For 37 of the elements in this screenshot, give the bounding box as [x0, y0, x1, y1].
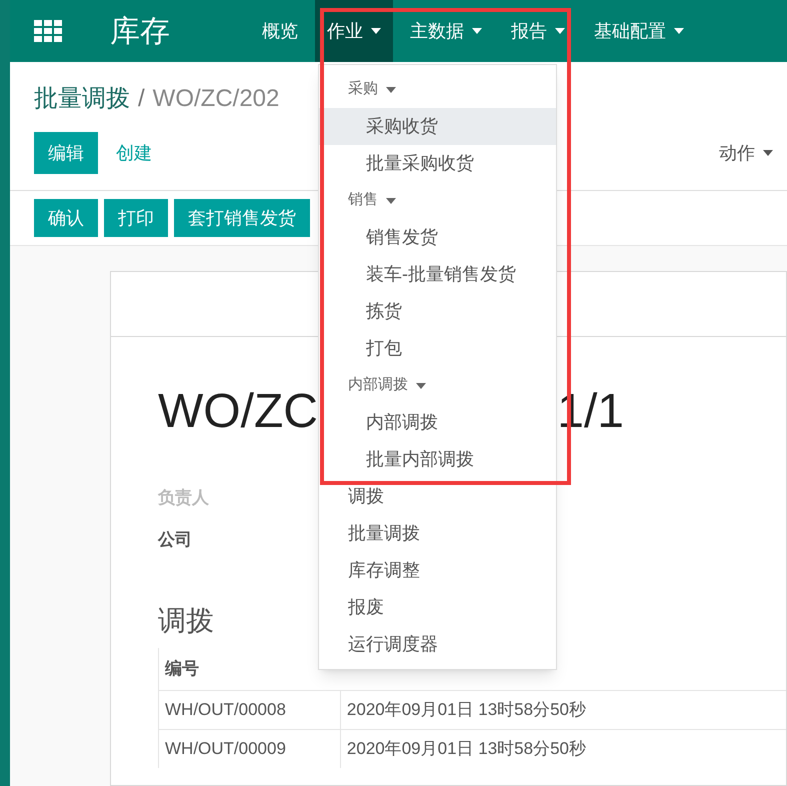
caret-icon: [416, 382, 426, 388]
caret-icon: [386, 86, 396, 92]
menu-section-header[interactable]: 销售: [319, 182, 556, 219]
menu-item[interactable]: 批量调拨: [319, 515, 556, 552]
breadcrumb-link[interactable]: 批量调拨: [34, 81, 130, 117]
breadcrumb-current: WO/ZC/202: [152, 84, 280, 114]
nav-menu-item[interactable]: 基础配置: [582, 0, 696, 62]
menu-item[interactable]: 打包: [319, 330, 556, 367]
nav-menu-item[interactable]: 报告: [499, 0, 577, 62]
nav-menu-item[interactable]: 概览: [250, 0, 310, 62]
table-cell: WH/OUT/00009: [158, 729, 340, 768]
section-heading: 调拨: [158, 604, 214, 638]
menu-item[interactable]: 批量内部调拨: [319, 441, 556, 478]
table-cell: 2020年09月01日 13时58分50秒: [340, 729, 786, 768]
caret-icon: [763, 150, 773, 156]
nav-menu-item[interactable]: 主数据: [398, 0, 494, 62]
menu-item[interactable]: 库存调整: [319, 552, 556, 589]
nav-menu-item[interactable]: 作业: [315, 0, 393, 62]
table-cell: WH/OUT/00008: [158, 690, 340, 729]
app-title: 库存: [110, 14, 171, 50]
field-label: 负责人: [158, 487, 209, 509]
menu-section-header[interactable]: 采购: [319, 71, 556, 108]
menu-item[interactable]: 报废: [319, 589, 556, 626]
apps-grid-icon[interactable]: [34, 20, 62, 42]
breadcrumb-separator: /: [138, 84, 145, 114]
menu-item[interactable]: 批量采购收货: [319, 145, 556, 182]
field-label: 公司: [158, 528, 192, 550]
menu-item[interactable]: 销售发货: [319, 219, 556, 256]
menu-item[interactable]: 内部调拨: [319, 404, 556, 441]
menu-section-header[interactable]: 内部调拨: [319, 367, 556, 404]
menu-item[interactable]: 采购收货: [319, 108, 556, 145]
caret-icon: [386, 198, 396, 204]
record-title: WO/ZC: [158, 384, 318, 440]
actions-dropdown[interactable]: 动作: [719, 140, 773, 166]
menu-item[interactable]: 装车-批量销售发货: [319, 256, 556, 293]
menu-item[interactable]: 拣货: [319, 293, 556, 330]
table-cell: 2020年09月01日 13时58分50秒: [340, 690, 786, 729]
